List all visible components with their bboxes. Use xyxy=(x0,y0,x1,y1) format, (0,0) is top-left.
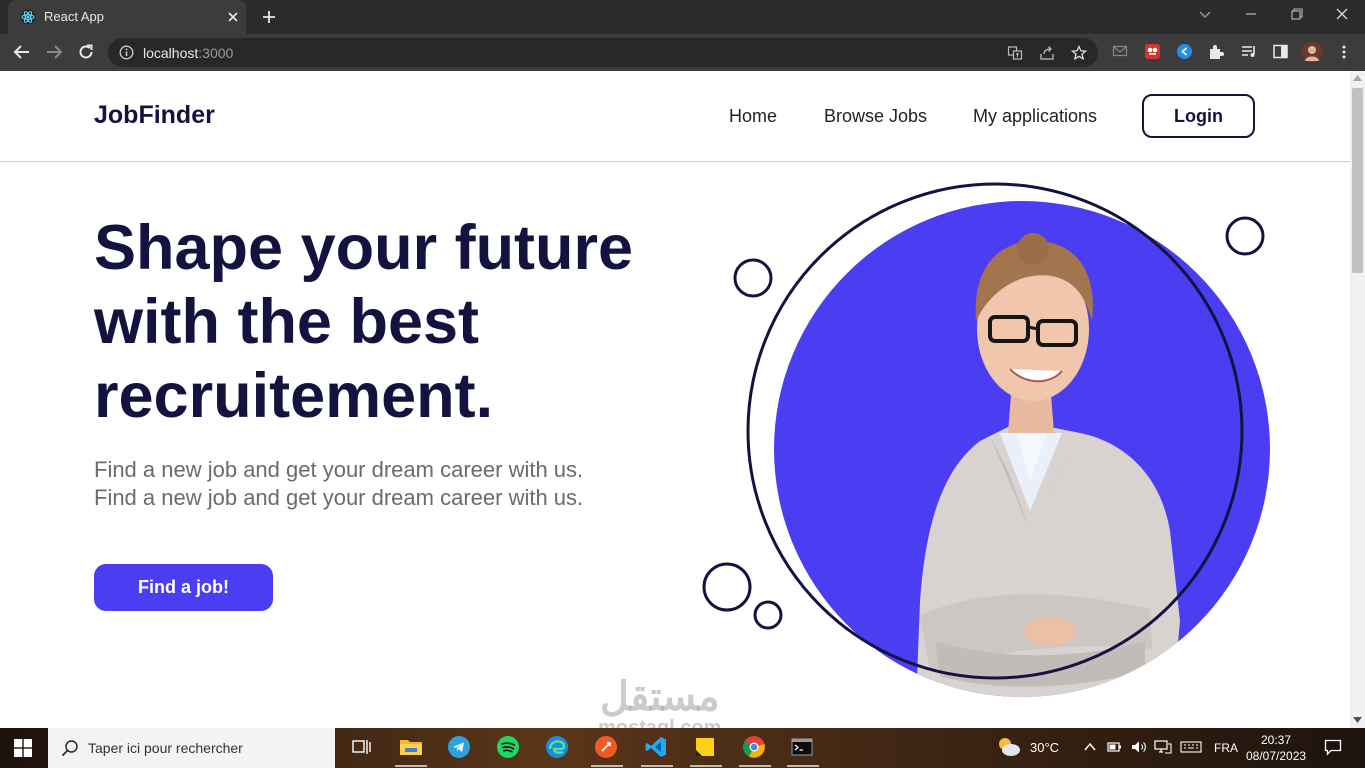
watermark-arabic: مستقل xyxy=(599,675,720,719)
new-tab-icon[interactable] xyxy=(261,9,277,25)
taskbar-search-box[interactable]: Taper ici pour rechercher xyxy=(48,728,335,768)
tab-title: React App xyxy=(44,9,104,24)
tab-search-icon[interactable] xyxy=(1197,6,1213,22)
nav-link-browse-jobs[interactable]: Browse Jobs xyxy=(824,106,927,127)
battery-icon[interactable] xyxy=(1107,740,1123,754)
chrome-icon[interactable] xyxy=(739,736,771,767)
url-port: :3000 xyxy=(198,45,234,61)
search-icon xyxy=(61,739,79,757)
telegram-icon[interactable] xyxy=(448,736,470,758)
vscode-icon[interactable] xyxy=(641,736,673,767)
bookmark-star-icon[interactable] xyxy=(1071,45,1087,61)
nav-link-my-applications[interactable]: My applications xyxy=(973,106,1097,127)
file-explorer-icon[interactable] xyxy=(395,736,427,767)
sticky-notes-icon[interactable] xyxy=(690,736,722,767)
browser-tab[interactable]: React App xyxy=(8,0,246,34)
postman-icon[interactable] xyxy=(591,736,623,767)
close-window-icon[interactable] xyxy=(1334,6,1350,22)
windows-start-icon[interactable] xyxy=(14,739,32,757)
address-bar[interactable]: localhost:3000 xyxy=(108,38,1098,67)
scroll-thumb[interactable] xyxy=(1352,88,1363,273)
hero-title-line: with the best xyxy=(94,287,480,357)
hero-title: Shape your future with the best recruite… xyxy=(94,211,684,433)
network-icon[interactable] xyxy=(1154,740,1172,754)
site-header: JobFinder Home Browse Jobs My applicatio… xyxy=(0,71,1350,162)
puzzle-game-extension-icon[interactable] xyxy=(1144,43,1161,60)
web-page: JobFinder Home Browse Jobs My applicatio… xyxy=(0,71,1350,728)
media-control-icon[interactable] xyxy=(1240,43,1257,60)
profile-avatar[interactable] xyxy=(1301,41,1323,63)
hero-title-line: recruitement. xyxy=(94,361,494,431)
url-text: localhost:3000 xyxy=(143,45,233,61)
bubble-shape xyxy=(1225,216,1265,256)
page-scrollbar[interactable] xyxy=(1350,71,1365,728)
tray-chevron-up-icon[interactable] xyxy=(1083,740,1097,754)
extensions-puzzle-icon[interactable] xyxy=(1208,43,1225,60)
keyboard-icon[interactable] xyxy=(1180,740,1202,754)
forward-arrow-icon[interactable] xyxy=(44,43,64,61)
weather-temp[interactable]: 30°C xyxy=(1030,740,1059,755)
spotify-icon[interactable] xyxy=(497,736,519,758)
task-view-icon[interactable] xyxy=(350,736,372,758)
scroll-up-icon[interactable] xyxy=(1353,75,1362,81)
terminal-icon[interactable] xyxy=(787,736,819,767)
side-panel-icon[interactable] xyxy=(1272,43,1289,60)
scroll-down-icon[interactable] xyxy=(1353,717,1362,723)
hero-description: Find a new job and get your dream career… xyxy=(94,457,584,510)
react-logo-icon xyxy=(20,9,36,25)
input-language[interactable]: FRA xyxy=(1214,741,1238,755)
browser-toolbar: localhost:3000 xyxy=(0,34,1365,71)
shazam-extension-icon[interactable] xyxy=(1176,43,1193,60)
url-host: localhost xyxy=(143,45,199,61)
system-clock[interactable]: 20:37 08/07/2023 xyxy=(1246,732,1306,764)
nav-link-home[interactable]: Home xyxy=(729,106,777,127)
bubble-shape xyxy=(733,258,773,298)
bubble-shape xyxy=(702,562,752,612)
mail-extension-icon[interactable] xyxy=(1112,43,1128,59)
bubble-shape xyxy=(753,600,783,630)
login-button[interactable]: Login xyxy=(1142,94,1255,138)
browser-menu-icon[interactable] xyxy=(1337,44,1351,60)
minimize-icon[interactable] xyxy=(1243,6,1259,22)
weather-icon[interactable] xyxy=(996,735,1022,759)
watermark: مستقل mostaql.com xyxy=(598,676,721,728)
clock-date: 08/07/2023 xyxy=(1246,749,1307,763)
share-icon[interactable] xyxy=(1039,45,1055,61)
site-info-icon[interactable] xyxy=(119,45,134,60)
hero-illustration xyxy=(690,171,1290,728)
browser-tab-bar: React App xyxy=(0,0,1365,34)
translate-icon[interactable] xyxy=(1007,45,1023,61)
clock-time: 20:37 xyxy=(1260,733,1292,747)
find-job-button[interactable]: Find a job! xyxy=(94,564,273,611)
hero-title-line: Shape your future xyxy=(94,213,634,283)
windows-taskbar: Taper ici pour rechercher 30°C FRA 20:37… xyxy=(0,728,1365,768)
edge-icon[interactable] xyxy=(546,736,568,758)
back-arrow-icon[interactable] xyxy=(12,43,32,61)
close-tab-icon[interactable] xyxy=(225,9,241,25)
notification-icon[interactable] xyxy=(1324,738,1342,756)
search-placeholder: Taper ici pour rechercher xyxy=(88,740,243,756)
reload-icon[interactable] xyxy=(77,43,95,61)
site-logo[interactable]: JobFinder xyxy=(94,101,215,130)
restore-icon[interactable] xyxy=(1289,6,1305,22)
volume-icon[interactable] xyxy=(1131,740,1147,754)
watermark-latin: mostaql.com xyxy=(598,717,722,728)
